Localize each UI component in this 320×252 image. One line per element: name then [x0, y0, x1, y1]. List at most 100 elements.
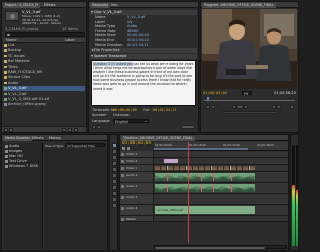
- speaker-icon[interactable]: [121, 184, 124, 188]
- rate-stretch-tool-icon[interactable]: [112, 167, 117, 172]
- video-clip[interactable]: [155, 166, 255, 170]
- clip-marker[interactable]: [201, 184, 203, 192]
- play-icon[interactable]: [237, 105, 243, 109]
- list-view-button[interactable]: [4, 128, 8, 132]
- program-timecode[interactable]: 01;00;03;04: [203, 91, 227, 95]
- trash-icon[interactable]: [74, 128, 78, 132]
- track-header[interactable]: Video 3: [120, 151, 154, 157]
- eye-icon[interactable]: [121, 152, 124, 156]
- tree-item[interactable]: Mac HD: [4, 154, 41, 159]
- selection-tool-icon[interactable]: [112, 143, 117, 148]
- tab-media-browser[interactable]: Media Browser: [3, 136, 33, 141]
- project-item[interactable]: RAW_FOOTAGE_NH: [3, 70, 85, 75]
- slip-tool-icon[interactable]: [112, 179, 117, 184]
- speaker-icon[interactable]: [121, 195, 124, 199]
- analyze-button[interactable]: [181, 125, 195, 129]
- zoom-tool-icon[interactable]: [112, 203, 117, 208]
- clip-marker[interactable]: [213, 173, 215, 181]
- speaker-icon[interactable]: [121, 206, 124, 210]
- speaker-icon[interactable]: [121, 217, 124, 221]
- clip-marker[interactable]: [201, 173, 203, 181]
- extract-icon[interactable]: [277, 105, 281, 109]
- track-header[interactable]: Audio 2: [120, 183, 154, 193]
- icon-view-button[interactable]: [9, 128, 13, 132]
- mark-out-icon[interactable]: [211, 105, 215, 109]
- timeline-timecode[interactable]: 01;00;03;04: [122, 141, 151, 146]
- timeline-playhead[interactable]: [188, 142, 189, 243]
- track-header[interactable]: Audio 1: [120, 172, 154, 182]
- tab-program[interactable]: Program: ARCHIVE_OFFICE_SCENE_FINAL: [202, 3, 276, 8]
- tree-item[interactable]: Windows 7 DISK: [4, 164, 41, 169]
- program-ruler[interactable]: [204, 97, 295, 101]
- project-item[interactable]: Backup: [3, 48, 85, 53]
- metadata-field-value[interactable]: Audio: [127, 24, 137, 28]
- work-area-bar[interactable]: [154, 148, 248, 150]
- metadata-field-value[interactable]: V_VL_3.aif: [127, 15, 145, 19]
- slide-tool-icon[interactable]: [112, 185, 117, 190]
- project-item[interactable]: Archive_Office.prproj: [3, 102, 85, 107]
- file-section-header[interactable]: File Properties: [90, 48, 197, 53]
- snap-icon[interactable]: [122, 147, 125, 150]
- project-item[interactable]: Audio: [3, 81, 85, 86]
- new-bin-button[interactable]: [62, 128, 66, 132]
- project-item[interactable]: V_VL_3.aif: [3, 92, 85, 97]
- metadata-field-value[interactable]: Iris: [127, 20, 132, 24]
- tc-in-value[interactable]: 00;00;00;00: [113, 108, 137, 112]
- project-item[interactable]: Source Clips: [3, 75, 85, 80]
- column-label[interactable]: Label: [65, 38, 75, 42]
- track-header[interactable]: Video 2: [120, 158, 154, 164]
- track-header[interactable]: Audio 3: [120, 194, 154, 204]
- eye-icon[interactable]: [121, 166, 124, 170]
- clip-section-header[interactable]: Clip: V_VL_3.aif: [90, 10, 197, 15]
- play-icon[interactable]: [92, 125, 96, 129]
- tab-info[interactable]: Info: [109, 3, 119, 8]
- project-item[interactable]: TC Issues: [3, 54, 85, 59]
- tab-metadata[interactable]: Metadata: [90, 3, 111, 8]
- timeline-ruler[interactable]: 01;00;00;00 01;00;16;00 01;00;32;00 01;00;4…: [154, 142, 288, 151]
- pen-tool-icon[interactable]: [112, 191, 117, 196]
- step-forward-icon[interactable]: [244, 105, 248, 109]
- metadata-field-value[interactable]: 48000: [127, 29, 138, 33]
- scrollbar-thumb[interactable]: [155, 246, 265, 250]
- audio-clip[interactable]: [155, 184, 255, 192]
- project-item[interactable]: V_VL_3.aif: [3, 86, 85, 91]
- program-playhead[interactable]: [207, 97, 209, 100]
- rolling-edit-tool-icon[interactable]: [112, 161, 117, 166]
- marker-icon[interactable]: [127, 147, 130, 150]
- jog-shuttle[interactable]: [222, 111, 278, 114]
- clip-marker[interactable]: [231, 184, 233, 192]
- mark-in-icon[interactable]: [206, 105, 210, 109]
- metadata-field-value[interactable]: 00;00;00;00: [127, 33, 149, 37]
- tree-item[interactable]: Test Drive: [4, 159, 41, 164]
- tab-project[interactable]: Project: 3_CELEX_FI: [3, 3, 41, 8]
- project-item[interactable]: Ref Material: [3, 59, 85, 64]
- files-of-type-dropdown[interactable]: All Supported Files: [65, 143, 105, 148]
- zoom-dropdown[interactable]: Fit: [242, 91, 252, 96]
- clip-marker[interactable]: [167, 184, 169, 192]
- speaker-value[interactable]: Unknown: [113, 113, 130, 117]
- tree-item[interactable]: Images: [4, 149, 41, 154]
- track-header[interactable]: Video 1: [120, 165, 154, 171]
- language-dropdown[interactable]: English: [113, 119, 149, 124]
- audio-clip[interactable]: Archive_Office.aif: [155, 206, 255, 214]
- lift-icon[interactable]: [272, 105, 276, 109]
- tab-history[interactable]: History: [47, 136, 63, 141]
- new-item-button[interactable]: [68, 128, 72, 132]
- project-item[interactable]: Cut: [3, 43, 85, 48]
- timeline-scrollbar[interactable]: [154, 245, 287, 250]
- track-header[interactable]: Master: [120, 216, 154, 221]
- export-frame-icon[interactable]: [290, 105, 294, 109]
- speech-section-header[interactable]: Speech Transcript: [90, 54, 197, 59]
- clip-marker[interactable]: [213, 184, 215, 192]
- metadata-field-value[interactable]: 00;01;54;10: [127, 38, 149, 42]
- loop-icon[interactable]: [97, 125, 101, 129]
- step-back-icon[interactable]: [232, 105, 236, 109]
- video-clip[interactable]: [164, 159, 178, 163]
- tab-effects[interactable]: Effects: [42, 3, 58, 8]
- razor-tool-icon[interactable]: [112, 173, 117, 178]
- clip-marker[interactable]: [231, 173, 233, 181]
- project-item[interactable]: Titles: [3, 65, 85, 70]
- eye-icon[interactable]: [121, 159, 124, 163]
- tab-effects-bottom[interactable]: Effects: [30, 136, 46, 141]
- audio-clip[interactable]: [155, 173, 255, 181]
